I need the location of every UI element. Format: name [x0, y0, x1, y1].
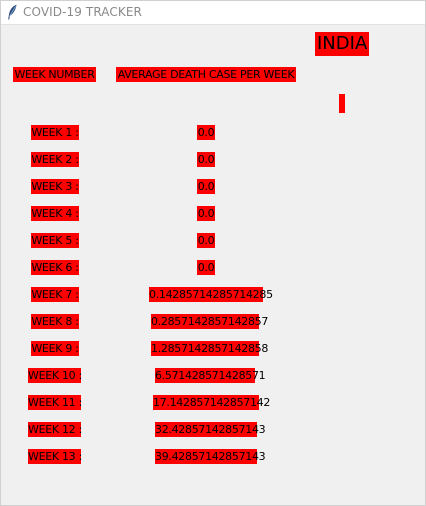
- average-death-value: 0.0: [197, 233, 215, 248]
- feather-icon: [8, 4, 17, 20]
- average-death-value: 39.42857142857143: [155, 449, 266, 464]
- average-death-value: 0.0: [197, 206, 215, 221]
- week-label: WEEK 8 :: [31, 314, 79, 329]
- week-number-header: WEEK NUMBER: [13, 67, 96, 82]
- week-label: WEEK 11 :: [28, 395, 82, 410]
- app-window: COVID-19 TRACKER INDIA WEEK NUMBER AVERA…: [0, 0, 426, 506]
- average-death-value: 0.0: [197, 152, 215, 167]
- average-death-value: 0.14285714285714285: [149, 287, 273, 302]
- week-label: WEEK 4 :: [31, 206, 79, 221]
- average-death-value: 0.0: [197, 125, 215, 140]
- week-label: WEEK 9 :: [31, 341, 79, 356]
- window-title: COVID-19 TRACKER: [23, 5, 142, 19]
- week-label: WEEK 1 :: [31, 125, 79, 140]
- week-label: WEEK 10 :: [28, 368, 82, 383]
- average-death-value: 0.0: [197, 260, 215, 275]
- week-label: WEEK 2 :: [31, 152, 79, 167]
- week-label: WEEK 12 :: [28, 422, 82, 437]
- average-death-value: 0.0: [197, 179, 215, 194]
- week-label: WEEK 5 :: [31, 233, 79, 248]
- week-label: WEEK 13 :: [28, 449, 82, 464]
- average-death-value: 1.2857142857142858: [151, 341, 269, 356]
- week-label: WEEK 3 :: [31, 179, 79, 194]
- average-death-value: 32.42857142857143: [155, 422, 266, 437]
- average-death-value: 17.142857142857142: [153, 395, 271, 410]
- average-death-value: 6.571428571428571: [155, 368, 266, 383]
- red-marker: [339, 94, 345, 113]
- average-death-value: 0.2857142857142857: [151, 314, 269, 329]
- week-label: WEEK 6 :: [31, 260, 79, 275]
- average-death-header: AVERAGE DEATH CASE PER WEEK: [116, 67, 296, 82]
- country-label: INDIA: [315, 32, 370, 56]
- week-label: WEEK 7 :: [31, 287, 79, 302]
- title-bar[interactable]: COVID-19 TRACKER: [1, 1, 425, 25]
